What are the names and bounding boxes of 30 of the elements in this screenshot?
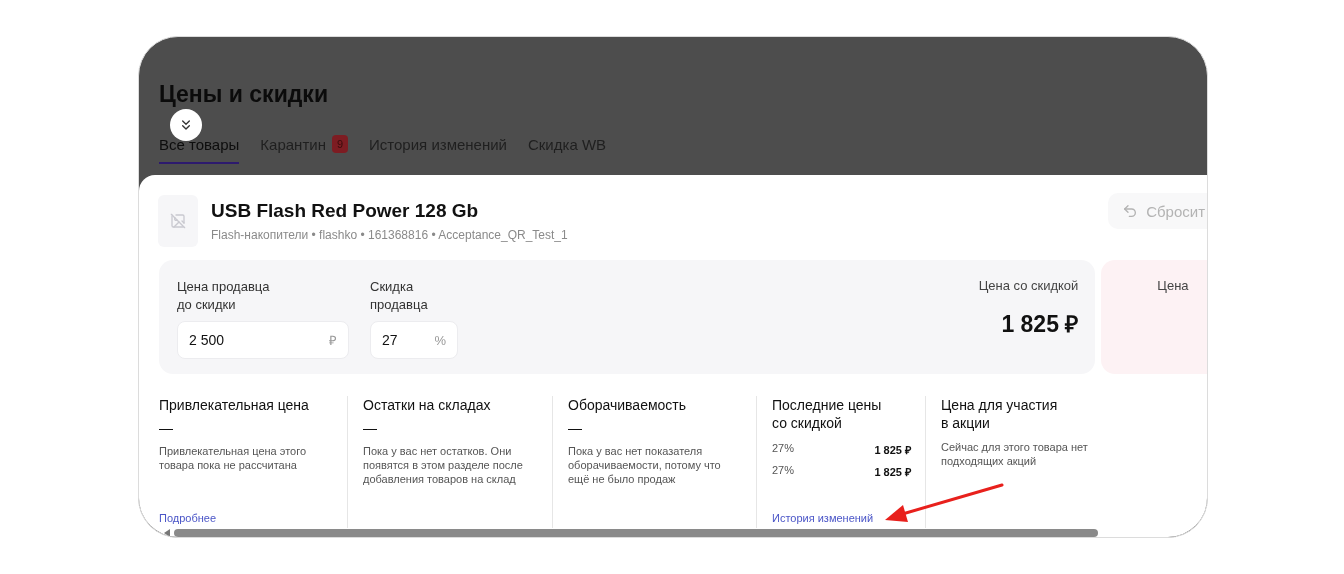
column-title: Оборачиваемость (568, 396, 688, 414)
metric-value: — (568, 420, 583, 436)
reset-button[interactable]: Сбросит (1108, 193, 1207, 229)
column-description: Сейчас для этого товара нет подходящих акций (941, 440, 1089, 468)
discount-percent: 27% (772, 442, 795, 456)
count-badge: 9 (331, 135, 349, 153)
field-label: Скидка продавца (370, 278, 429, 314)
column-title: Последние цены со скидкой (772, 396, 883, 432)
column-title: Цена для участия в акции (941, 396, 1059, 432)
side-panel-label: Цена (1157, 278, 1190, 293)
history-price: 1 825 ₽ (874, 465, 911, 479)
column-description: Пока у вас нет показателя оборачиваемости, потому что ещё не было продаж (568, 444, 722, 486)
link[interactable]: История изменений (772, 512, 911, 528)
price-input[interactable]: 27 % (370, 321, 458, 359)
discount-percent: 27% (772, 464, 795, 478)
price-input[interactable]: 2 500 ₽ (177, 321, 349, 359)
column-title: Привлекательная цена (159, 396, 310, 414)
metric-value: — (159, 420, 174, 436)
link[interactable]: Подробнее (159, 512, 333, 528)
discount-price-label: Цена со скидкой (978, 278, 1079, 293)
column-description: Привлекательная цена этого товара пока не рассчитана (159, 444, 308, 472)
column-title: Остатки на складах (363, 396, 492, 414)
product-name: USB Flash Red Power 128 Gb (211, 200, 480, 222)
product-meta: Flash-накопители • flashko • 161368816 • Acceptance_QR_Test_1 (211, 228, 569, 242)
field-label: Цена продавца до скидки (177, 278, 271, 314)
discount-price: 1 825 ₽ (1001, 310, 1079, 339)
page-title: Цены и скидки (159, 81, 330, 108)
history-price: 1 825 ₽ (874, 443, 911, 457)
metric-value: — (363, 420, 378, 436)
column-description: Пока у вас нет остатков. Они появятся в этом разделе после добавления товаров на склад (363, 444, 524, 486)
